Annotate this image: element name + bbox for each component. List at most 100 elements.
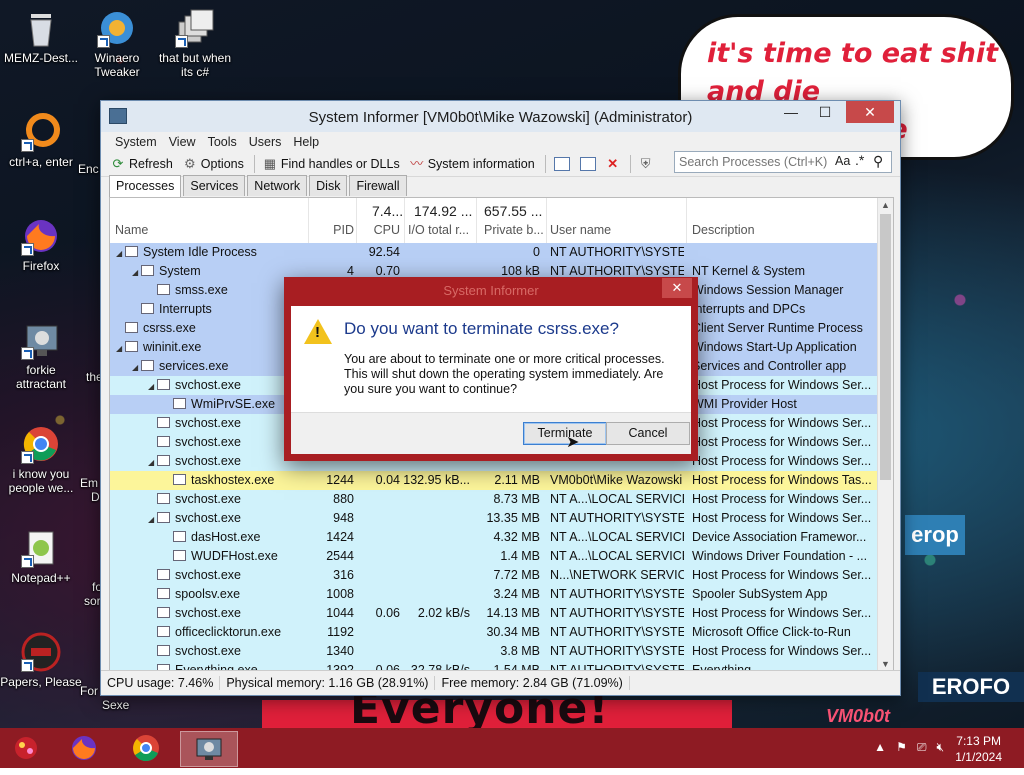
process-icon [125,246,138,257]
scrollbar-thumb[interactable] [880,214,891,480]
match-case-toggle[interactable]: Aa [835,154,850,168]
tree-expander-icon[interactable]: ◢ [148,377,157,396]
column-divider[interactable] [476,198,477,243]
search-box[interactable]: Aa .* ⚲ [674,151,892,173]
tree-expander-icon[interactable]: ◢ [148,510,157,529]
column-description[interactable]: Description [692,223,755,237]
terminate-button[interactable]: Terminate [523,422,607,445]
title-bar[interactable]: System Informer [VM0b0t\Mike Wazowski] (… [101,101,900,132]
taskbar-chrome[interactable] [124,731,168,765]
column-divider[interactable] [546,198,547,243]
table-row[interactable]: WUDFHost.exe 2544 1.4 MB NT A...\LOCAL SERV… [110,547,878,566]
column-cpu[interactable]: CPU [356,223,400,237]
wallpaper-vm-tag: VM0b0t [826,706,891,726]
desktop-icon-label: forkie attractant [15,363,67,391]
volume-muted-icon[interactable]: 🔇︎ [936,740,944,755]
desktop-icon-label: Winaero Tweaker [94,51,140,79]
options-button[interactable]: ⚙ Options [183,157,244,172]
tree-expander-icon[interactable]: ◢ [116,339,125,358]
table-row[interactable]: spoolsv.exe 1008 3.24 MB NT AUTHORITY\SYSTE… [110,585,878,604]
chrome-icon [21,424,61,464]
maximize-button[interactable]: ☐ [808,101,842,123]
column-divider[interactable] [404,198,405,243]
system-tray: ▲ ⚑ ⎚ 🔇︎ [874,740,944,755]
table-row[interactable]: svchost.exe 316 7.72 MB N...\NETWORK SERVIC… [110,566,878,585]
status-cpu-usage: CPU usage: 7.46% [101,676,221,690]
process-name: smss.exe [175,283,228,297]
column-name[interactable]: Name [115,223,148,237]
tree-expander-icon[interactable]: ◢ [132,358,141,377]
desktop-icon-firefox[interactable]: Firefox [0,216,82,273]
taskbar-firefox[interactable] [62,731,106,765]
column-divider[interactable] [356,198,357,243]
tree-expander-icon[interactable]: ◢ [148,453,157,472]
terminate-icon[interactable]: ✕ [606,157,620,171]
user-name-cell: NT AUTHORITY\SYSTEM [550,625,684,639]
column-divider[interactable] [308,198,309,243]
pid-cell: 880 [333,492,354,506]
column-divider[interactable] [686,198,687,243]
menu-system[interactable]: System [109,135,163,149]
tab-processes[interactable]: Processes [109,175,182,198]
process-name: WUDFHost.exe [191,549,278,563]
clock[interactable]: 7:13 PM 1/1/2024 [955,733,1002,765]
taskbar-system-informer[interactable] [180,731,238,767]
scroll-up-arrow-icon[interactable]: ▲ [881,200,890,210]
column-pid[interactable]: PID [310,223,354,237]
table-row[interactable]: svchost.exe 1044 0.06 2.02 kB/s 14.13 MB NT A… [110,604,878,623]
table-row[interactable]: svchost.exe 880 8.73 MB NT A...\LOCAL SERVI… [110,490,878,509]
table-row[interactable]: svchost.exe 1340 3.8 MB NT AUTHORITY\SYSTEM… [110,642,878,661]
action-center-flag-icon[interactable]: ⚑ [896,740,907,755]
column-user-name[interactable]: User name [550,223,611,237]
search-input[interactable] [677,154,831,170]
start-button[interactable] [4,731,48,765]
desktop-icon-forkie[interactable]: forkie attractant [0,320,82,391]
find-handles-button[interactable]: ▦ Find handles or DLLs [263,157,400,172]
desktop-icon-notepadpp[interactable]: Notepad++ [0,528,82,585]
table-row[interactable]: ◢ svchost.exe 948 13.35 MB NT AUTHORITY\SYST… [110,509,878,528]
desktop-icon-winaero[interactable]: Winaero Tweaker [76,8,158,79]
process-icon [157,569,170,580]
desktop-icon-papers-please[interactable]: Papers, Please [0,632,82,689]
column-private-bytes[interactable]: Private b... [484,223,548,237]
menu-tools[interactable]: Tools [202,135,243,149]
tab-network[interactable]: Network [247,175,308,196]
desktop-icon-ctrl-a[interactable]: ctrl+a, enter [0,112,82,169]
tray-chevron-up-icon[interactable]: ▲ [874,740,886,755]
process-name: svchost.exe [175,435,242,449]
tree-expander-icon[interactable]: ◢ [116,244,125,263]
description-cell: Host Process for Windows Ser... [692,454,872,468]
regex-toggle[interactable]: .* [855,152,864,168]
system-information-button[interactable]: 〰 System information [410,157,535,172]
window-icon[interactable] [553,157,570,171]
column-io-total[interactable]: I/O total r... [408,223,472,237]
table-row[interactable]: taskhostex.exe 1244 0.04 132.95 kB... 2.11 M… [110,471,878,490]
table-row[interactable]: ◢ System Idle Process 92.54 0 NT AUTHORITY\S… [110,243,878,262]
desktop-icon-memz[interactable]: MEMZ-Dest... [0,8,82,65]
scroll-down-arrow-icon[interactable]: ▼ [881,659,890,669]
process-icon [125,341,138,352]
close-button[interactable]: ✕ [846,101,894,123]
cancel-button[interactable]: Cancel [606,422,690,445]
minimize-button[interactable]: — [774,101,808,123]
table-row[interactable]: officeclicktorun.exe 1192 30.34 MB NT AUTHO… [110,623,878,642]
menu-view[interactable]: View [163,135,202,149]
tab-services[interactable]: Services [183,175,246,196]
private-bytes-cell: 30.34 MB [486,625,540,639]
vertical-scrollbar[interactable]: ▲ ▼ [877,198,893,671]
window-arrow-icon[interactable] [579,157,596,171]
tab-disk[interactable]: Disk [309,175,348,196]
desktop-icon-i-know-you[interactable]: i know you people we... [0,424,82,495]
tab-firewall[interactable]: Firewall [349,175,407,196]
shield-icon[interactable]: ⛨ [639,157,653,171]
search-icon[interactable]: ⚲ [873,153,883,170]
menu-help[interactable]: Help [287,135,325,149]
dialog-close-button[interactable]: ✕ [662,278,692,298]
user-name-cell: NT AUTHORITY\SYSTEM [550,245,684,259]
menu-users[interactable]: Users [243,135,288,149]
refresh-button[interactable]: ⟳ Refresh [111,157,173,172]
desktop-icon-that-but-when[interactable]: that but when its c# [154,8,236,79]
table-row[interactable]: dasHost.exe 1424 4.32 MB NT A...\LOCAL SERV… [110,528,878,547]
tree-expander-icon[interactable]: ◢ [132,263,141,282]
network-icon[interactable]: ⎚ [917,740,927,755]
